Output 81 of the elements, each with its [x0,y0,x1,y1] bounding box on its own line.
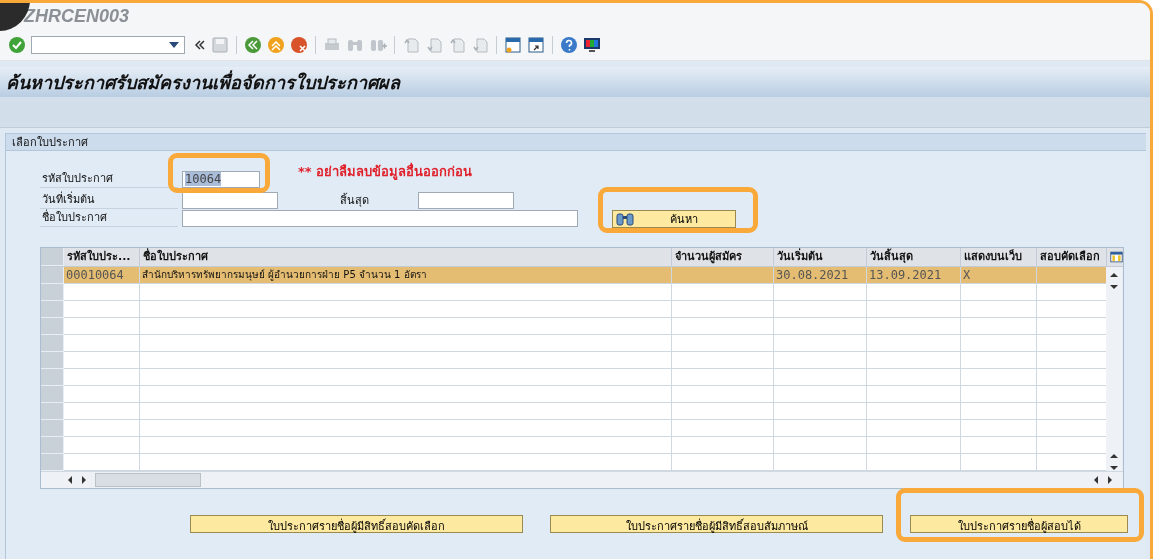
field-label: วันที่เริ่มต้น [40,191,178,209]
scroll-right-icon[interactable] [81,476,87,484]
row-selector[interactable] [41,386,64,403]
row-selector[interactable] [41,403,64,420]
page-title: ค้นหาประกาศรับสมัครงานเพื่อจัดการใบประกาศผล [6,69,400,95]
group-title: เลือกใบประกาศ [12,135,88,151]
scroll-left-icon[interactable] [1093,476,1099,484]
window-title: ZHRCEN003 [24,6,130,27]
enter-icon[interactable] [8,36,26,54]
table-cell [1037,301,1107,318]
scroll-right-icon[interactable] [1107,476,1113,484]
column-header[interactable]: รหัสใบประ... [64,248,140,266]
scroll-up-icon[interactable] [1109,453,1119,459]
table-cell: สำนักบริหารทรัพยากรมนุษย์ ผู้อำนวยการฝ่าย P5 จำนวน 1 อัตรา [140,267,672,284]
row-selector[interactable] [41,454,64,471]
column-header[interactable]: จำนวนผู้สมัคร [672,248,774,266]
field-label: รหัสใบประกาศ [40,170,178,188]
row-selector[interactable] [41,420,64,437]
table-cell [1037,369,1107,386]
table-cell [1037,335,1107,352]
field-label: ชื่อใบประกาศ [40,209,178,227]
row-selector[interactable] [41,318,64,335]
window-icon[interactable] [504,36,522,54]
field-label: สิ้นสุด [340,192,370,209]
exit-icon[interactable] [267,36,285,54]
row-selector[interactable] [41,301,64,318]
table-cell [1037,386,1107,403]
row-selector[interactable] [41,284,64,301]
table-cell: 30.08.2021 [774,267,867,284]
row-selector[interactable] [41,335,64,352]
table-cell [1037,437,1107,454]
caret-icon[interactable] [168,41,180,49]
table-cell [1037,454,1107,471]
row-selector[interactable] [41,267,64,284]
row-selector[interactable] [41,437,64,454]
save-icon[interactable] [211,36,229,54]
binoculars-icon [616,212,636,226]
horizontal-scrollbar[interactable] [41,471,1123,488]
action-button[interactable]: ใบประกาศรายชื่อผู้มีสิทธิ์สอบคัดเลือก [190,515,523,533]
scroll-left-icon[interactable] [67,476,73,484]
monitor-icon[interactable] [583,36,601,54]
table-row[interactable]: 00010064 สำนักบริหารทรัพยากรมนุษย์ ผู้อำนวยการฝ่าย P5 จำนวน 1 อัตรา 30.08.2021 13.09.2021 X [41,267,1106,284]
table-cell [1037,318,1107,335]
input-field[interactable] [182,191,278,209]
select-all-cell[interactable] [41,248,64,266]
page-icon[interactable] [471,36,489,54]
input-field[interactable] [418,191,514,209]
page-icon[interactable] [402,36,420,54]
cancel-icon[interactable] [290,36,308,54]
back-icon[interactable] [244,36,262,54]
table-cell [1037,403,1107,420]
page-icon[interactable] [425,36,443,54]
column-header[interactable]: ชื่อใบประกาศ [140,248,672,266]
table-cell [1037,284,1107,301]
scroll-down-icon[interactable] [1109,284,1119,290]
table-cell: 13.09.2021 [867,267,961,284]
row-selector[interactable] [41,352,64,369]
table-cell: 00010064 [64,267,140,284]
input-field[interactable] [182,209,578,227]
table-cell [1037,352,1107,369]
table-cell: X [961,267,1037,284]
scroll-up-icon[interactable] [1109,272,1119,278]
column-settings-icon[interactable] [1110,250,1123,264]
warning-note: ** อย่าลืมลบข้อมูลอื่นออกก่อน [298,161,473,182]
double-chevron-icon[interactable] [194,39,206,51]
column-header[interactable]: วันเริ่มต้น [774,248,867,266]
input-field[interactable]: 10064 [182,170,260,188]
shortcut-icon[interactable] [527,36,545,54]
column-header[interactable]: แสดงบนเว็บ [961,248,1037,266]
vertical-scrollbar[interactable] [1106,267,1122,471]
command-field[interactable] [31,36,185,54]
table-cell [1037,420,1107,437]
column-header[interactable]: วันสิ้นสุด [867,248,961,266]
page-icon[interactable] [448,36,466,54]
action-button[interactable]: ใบประกาศรายชื่อผู้สอบได้ [910,515,1128,533]
column-header[interactable]: สอบคัดเลือก [1037,248,1107,266]
row-selector[interactable] [41,369,64,386]
scroll-thumb[interactable] [95,473,201,487]
search-button[interactable]: ค้นหา [612,210,736,228]
help-icon[interactable] [560,36,578,54]
action-button[interactable]: ใบประกาศรายชื่อผู้มีสิทธิ์สอบสัมภาษณ์ [550,515,883,533]
